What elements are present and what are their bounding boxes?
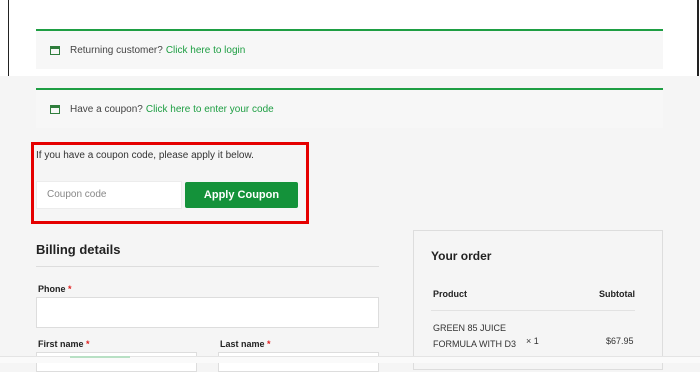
- first-name-label-text: First name: [38, 339, 84, 349]
- your-order-title: Your order: [431, 249, 492, 263]
- product-column-header: Product: [433, 289, 468, 299]
- login-link[interactable]: Click here to login: [166, 45, 245, 56]
- coupon-instruction: If you have a coupon code, please apply …: [36, 150, 254, 161]
- enter-coupon-link[interactable]: Click here to enter your code: [146, 104, 274, 115]
- last-name-label: Last name *: [220, 339, 271, 349]
- apply-coupon-button[interactable]: Apply Coupon: [185, 182, 298, 208]
- returning-customer-notice: Returning customer? Click here to login: [36, 29, 663, 69]
- last-name-label-text: Last name: [220, 339, 265, 349]
- billing-divider: [36, 266, 379, 267]
- phone-label: Phone *: [38, 284, 72, 294]
- required-mark: *: [86, 339, 90, 349]
- phone-label-text: Phone: [38, 284, 66, 294]
- order-item-name: GREEN 85 JUICE FORMULA WITH D3: [433, 323, 517, 349]
- required-mark: *: [68, 284, 72, 294]
- returning-customer-text: Returning customer?: [70, 44, 163, 56]
- first-name-label: First name *: [38, 339, 90, 349]
- frame-edge-left: [8, 0, 9, 76]
- order-item-price: $67.95: [606, 336, 634, 346]
- order-item-quantity: × 1: [526, 336, 539, 346]
- window-icon: [50, 104, 60, 114]
- coupon-notice-text: Have a coupon?: [70, 103, 143, 115]
- order-divider: [431, 310, 635, 311]
- subtotal-column-header: Subtotal: [599, 289, 635, 299]
- required-mark: *: [267, 339, 271, 349]
- frame-edge-right: [697, 0, 699, 76]
- phone-field[interactable]: [36, 297, 379, 328]
- bottom-accent: [70, 356, 130, 358]
- window-icon: [50, 45, 60, 55]
- billing-details-title: Billing details: [36, 242, 121, 257]
- coupon-code-input[interactable]: Coupon code: [36, 181, 182, 209]
- coupon-notice: Have a coupon? Click here to enter your …: [36, 88, 663, 128]
